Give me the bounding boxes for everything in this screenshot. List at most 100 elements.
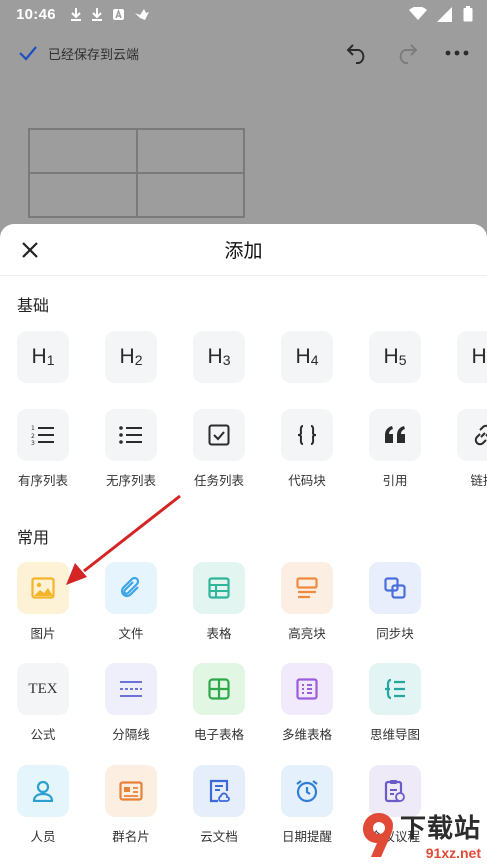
code-block-label: 代码块 [288,474,326,488]
table-cell[interactable] [29,173,137,217]
link-icon [474,424,487,446]
table-label: 表格 [206,627,232,641]
wifi-icon [409,7,427,20]
add-block-sheet: 添加 基础 H1 H2 H3 H4 H5 H6 123 有序列表 无序列表 任务… [0,224,487,865]
alarm-clock-icon [296,780,318,803]
multi-table-icon [296,678,318,700]
date-reminder-button[interactable]: 日期提醒 [281,765,333,845]
more-icon[interactable] [445,50,469,56]
ordered-list-label: 有序列表 [17,474,68,488]
sheet-header: 添加 [0,224,487,276]
basic-blocks-row: 123 有序列表 无序列表 任务列表 代码块 引用 链 [17,409,487,489]
table-cell[interactable] [136,173,244,217]
table-button[interactable]: 表格 [193,562,245,642]
sheet-title: 添加 [224,241,263,262]
common-row-1: 图片 文件 表格 高亮块 同步块 [17,562,421,642]
spreadsheet-icon [208,678,230,700]
mindmap-label: 思维导图 [369,728,420,742]
image-button[interactable]: 图片 [17,562,69,642]
heading-2-button[interactable]: H2 [105,331,157,383]
unordered-list-button[interactable]: 无序列表 [105,409,157,489]
group-card-icon [119,781,143,801]
editor-toolbar: 已经保存到云端 [0,30,487,76]
sync-block-label: 同步块 [376,627,414,641]
svg-text:2: 2 [31,433,35,440]
quote-button[interactable]: 引用 [369,409,421,489]
task-list-button[interactable]: 任务列表 [193,409,245,489]
person-button[interactable]: 人员 [17,765,69,845]
close-icon [22,242,38,258]
heading-5-icon: H5 [369,331,421,383]
status-time: 10:46 [16,5,56,23]
heading-1-icon: H1 [17,331,69,383]
image-label: 图片 [30,627,56,641]
file-button[interactable]: 文件 [105,562,157,642]
ordered-list-button[interactable]: 123 有序列表 [17,409,69,489]
sync-block-icon [384,577,406,599]
divider-label: 分隔线 [112,728,150,742]
heading-1-button[interactable]: H1 [17,331,69,383]
divider-icon [120,681,142,697]
heading-3-button[interactable]: H3 [193,331,245,383]
watermark-logo [363,813,393,857]
cloud-doc-label: 云文档 [200,830,238,844]
code-block-icon [297,425,317,445]
heading-6-icon: H6 [457,331,487,383]
notification-icons [70,7,150,21]
document-table[interactable] [28,128,245,218]
headings-row: H1 H2 H3 H4 H5 H6 [17,331,487,383]
check-icon [19,46,37,61]
formula-button[interactable]: TEX 公式 [17,663,69,743]
sync-block-button[interactable]: 同步块 [369,562,421,642]
save-status-text: 已经保存到云端 [48,46,140,62]
section-title-common: 常用 [17,530,50,547]
tex-icon: TEX [28,680,58,697]
paperclip-icon [120,576,140,598]
highlight-block-icon [296,577,318,599]
mindmap-icon [385,678,405,700]
watermark-url: 91xz.net [425,845,481,861]
highlight-block-button[interactable]: 高亮块 [281,562,333,642]
save-status: 已经保存到云端 [18,44,139,63]
watermark-title: 下载站 [399,813,481,843]
undo-icon[interactable] [345,42,369,64]
image-icon [31,577,55,599]
redo-icon[interactable] [395,42,419,64]
code-block-button[interactable]: 代码块 [281,409,333,489]
file-label: 文件 [118,627,144,641]
link-button[interactable]: 链接 [457,409,487,489]
group-card-label: 群名片 [112,830,150,844]
bird-icon [134,9,149,20]
formula-label: 公式 [30,728,56,742]
table-icon [208,577,230,599]
app-a-icon [112,8,124,20]
heading-6-button[interactable]: H6 [457,331,487,383]
divider-button[interactable]: 分隔线 [105,663,157,743]
svg-text:3: 3 [31,440,35,446]
spreadsheet-label: 电子表格 [193,728,244,742]
spreadsheet-button[interactable]: 电子表格 [193,663,245,743]
highlight-block-label: 高亮块 [288,627,326,641]
section-title-basic: 基础 [17,298,50,315]
download-icon [70,8,81,21]
status-bar: 10:46 [0,0,487,28]
heading-5-button[interactable]: H5 [369,331,421,383]
signal-icon [437,6,452,22]
battery-icon [463,6,473,22]
download-icon [91,8,102,21]
heading-4-button[interactable]: H4 [281,331,333,383]
mindmap-button[interactable]: 思维导图 [369,663,421,743]
person-icon [32,780,54,802]
watermark: 下载站 91xz.net [359,805,487,865]
group-card-button[interactable]: 群名片 [105,765,157,845]
multi-table-button[interactable]: 多维表格 [281,663,333,743]
heading-4-icon: H4 [281,331,333,383]
quote-label: 引用 [382,474,408,488]
multi-table-label: 多维表格 [281,728,332,742]
table-cell[interactable] [136,129,244,173]
table-cell[interactable] [29,129,137,173]
task-list-icon [208,424,230,446]
cloud-doc-button[interactable]: 云文档 [193,765,245,845]
close-button[interactable] [16,236,44,264]
link-label: 链接 [470,474,487,488]
